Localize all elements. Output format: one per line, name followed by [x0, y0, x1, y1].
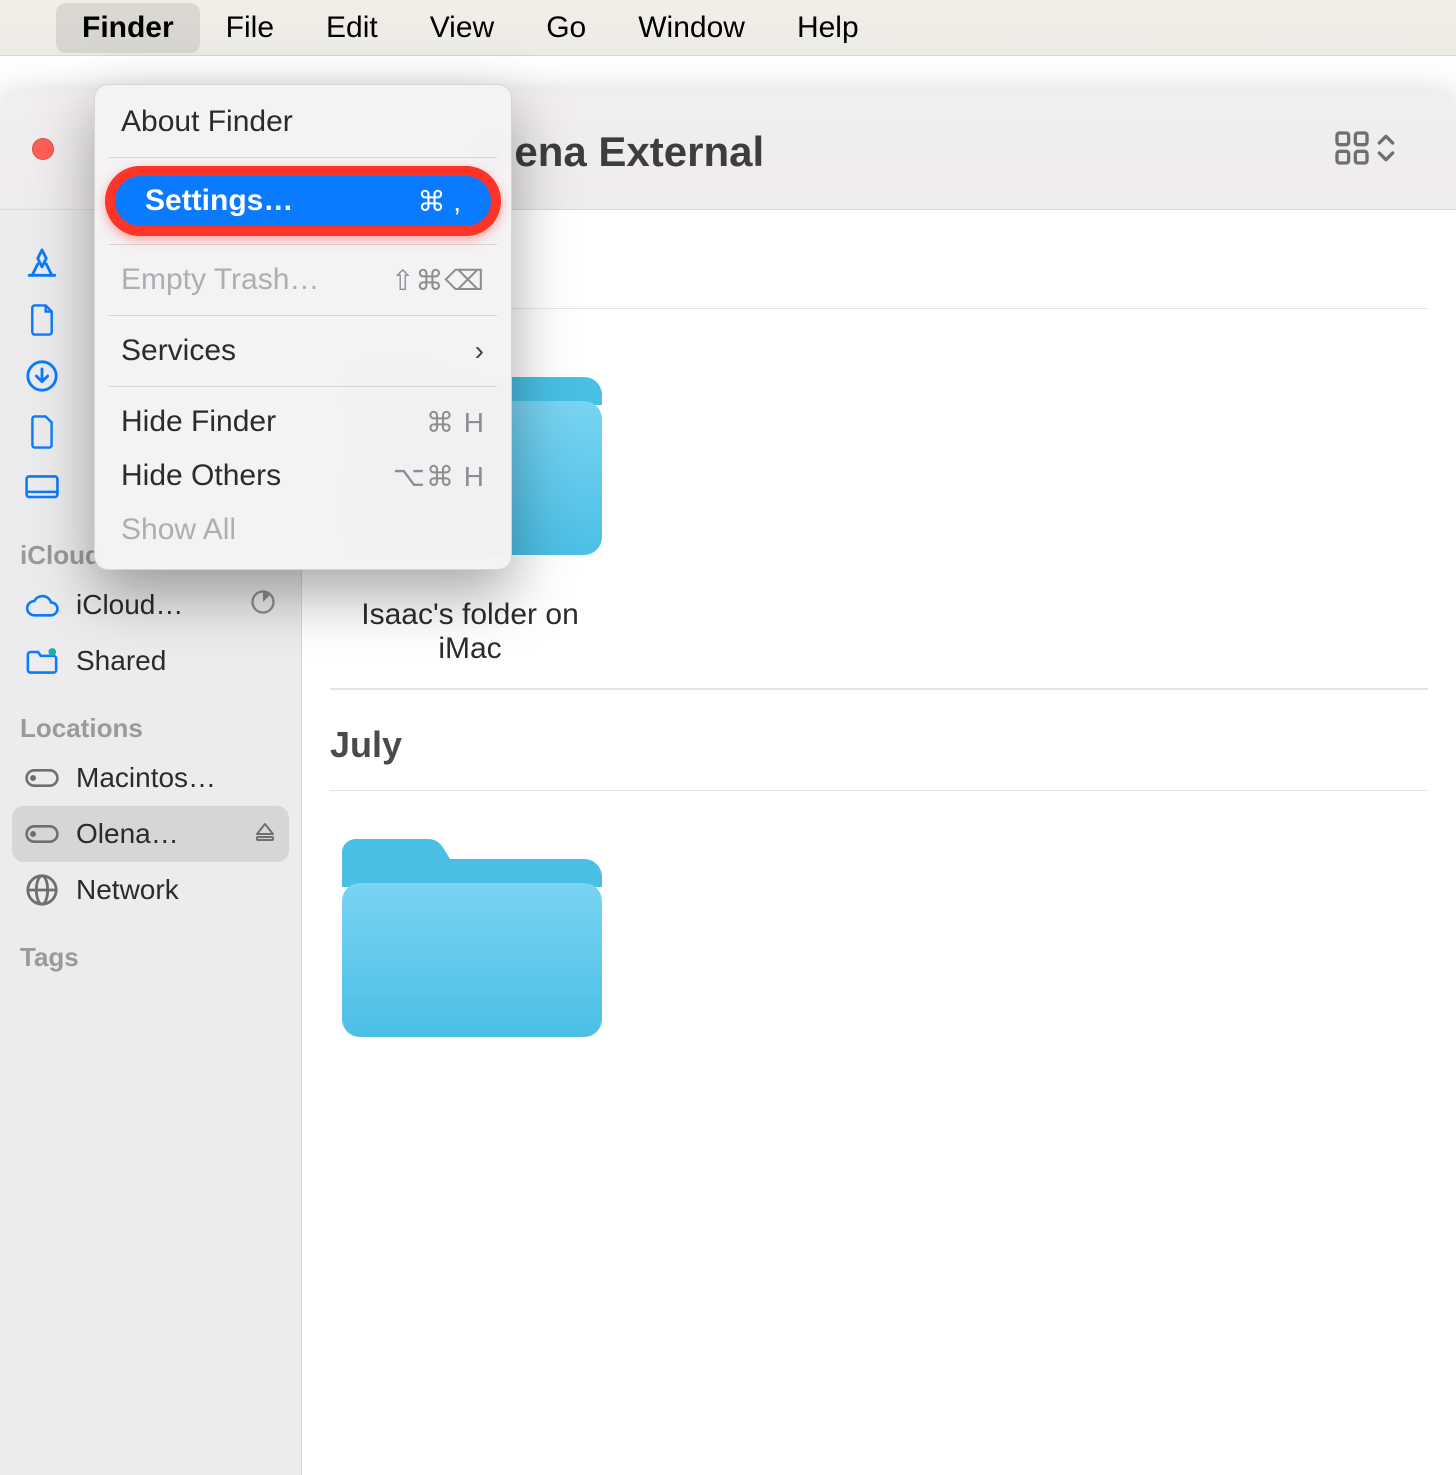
close-window-button[interactable]: [32, 138, 54, 160]
appstore-icon: [24, 246, 60, 282]
section-title[interactable]: July: [330, 710, 1428, 791]
sidebar-item-label: Network: [76, 874, 277, 906]
menubar-go[interactable]: Go: [520, 3, 612, 53]
desktop-icon: [24, 470, 60, 506]
sidebar-tags-group: Tags: [12, 932, 289, 979]
menu-settings-highlight: Settings… ⌘ ,: [95, 166, 511, 236]
section-divider: [330, 688, 1428, 690]
menu-separator: [109, 386, 497, 387]
download-circle-icon: [24, 358, 60, 394]
sidebar-header-locations: Locations: [12, 703, 289, 750]
chevron-right-icon: ›: [475, 335, 485, 367]
external-drive-icon: [24, 816, 60, 852]
sidebar-item-label: Olena…: [76, 818, 237, 850]
menu-shortcut: ⌥⌘ H: [393, 460, 485, 493]
menu-hide-others[interactable]: Hide Others ⌥⌘ H: [95, 449, 511, 503]
sidebar-item-label: Macintos…: [76, 762, 277, 794]
sidebar-header-tags: Tags: [12, 932, 289, 979]
menu-label: Services: [121, 334, 236, 368]
menubar-window[interactable]: Window: [612, 3, 771, 53]
system-menubar: Finder File Edit View Go Window Help: [0, 0, 1456, 56]
internal-drive-icon: [24, 760, 60, 796]
sidebar-icloud-drive[interactable]: iCloud…: [12, 577, 289, 633]
menu-label: Hide Others: [121, 459, 281, 493]
eject-icon[interactable]: [253, 818, 277, 850]
menu-empty-trash: Empty Trash… ⇧⌘⌫: [95, 253, 511, 307]
menu-shortcut: ⌘ ,: [417, 185, 461, 218]
folder-caption: Isaac's folder on iMac: [330, 598, 610, 666]
progress-pie-icon: [249, 588, 277, 623]
menu-separator: [109, 315, 497, 316]
menubar-edit[interactable]: Edit: [300, 3, 404, 53]
sidebar-olena-external[interactable]: Olena…: [12, 806, 289, 862]
menu-settings[interactable]: Settings… ⌘ ,: [115, 176, 491, 226]
menu-hide-finder[interactable]: Hide Finder ⌘ H: [95, 395, 511, 449]
menubar-help[interactable]: Help: [771, 3, 885, 53]
cloud-icon: [24, 587, 60, 623]
menu-about-finder[interactable]: About Finder: [95, 95, 511, 149]
finder-app-menu: About Finder Settings… ⌘ , Empty Trash… …: [94, 84, 512, 570]
sidebar-macintosh-hd[interactable]: Macintos…: [12, 750, 289, 806]
document-icon: [24, 302, 60, 338]
menubar-file[interactable]: File: [200, 3, 300, 53]
menu-shortcut: ⇧⌘⌫: [391, 264, 485, 297]
sidebar-item-label: Shared: [76, 645, 277, 677]
folder-item[interactable]: [330, 827, 610, 1052]
menu-label: Show All: [121, 513, 236, 547]
sidebar-item-label: iCloud…: [76, 589, 233, 621]
sidebar-network[interactable]: Network: [12, 862, 289, 918]
folder-icon: [330, 827, 610, 1052]
file-icon: [24, 414, 60, 450]
shared-folder-icon: [24, 643, 60, 679]
grid-view-icon: [1332, 128, 1372, 168]
menu-separator: [109, 244, 497, 245]
highlight-ring: Settings… ⌘ ,: [105, 166, 501, 236]
menu-label: Empty Trash…: [121, 263, 319, 297]
menu-label: Settings…: [145, 184, 293, 218]
updown-chevron-icon: [1376, 128, 1396, 168]
menu-services[interactable]: Services ›: [95, 324, 511, 378]
menubar-view[interactable]: View: [404, 3, 520, 53]
sidebar-locations-group: Locations Macintos… Olena…: [12, 703, 289, 918]
menubar-finder[interactable]: Finder: [56, 3, 200, 53]
menu-separator: [109, 157, 497, 158]
globe-icon: [24, 872, 60, 908]
sidebar-shared[interactable]: Shared: [12, 633, 289, 689]
window-traffic-lights: [32, 138, 54, 160]
menu-show-all: Show All: [95, 503, 511, 557]
section-july: July: [330, 710, 1428, 1052]
menu-label: Hide Finder: [121, 405, 276, 439]
window-title: Olena External: [470, 128, 764, 176]
menu-label: About Finder: [121, 105, 293, 139]
menu-shortcut: ⌘ H: [426, 406, 485, 439]
view-switcher[interactable]: [1332, 128, 1396, 168]
